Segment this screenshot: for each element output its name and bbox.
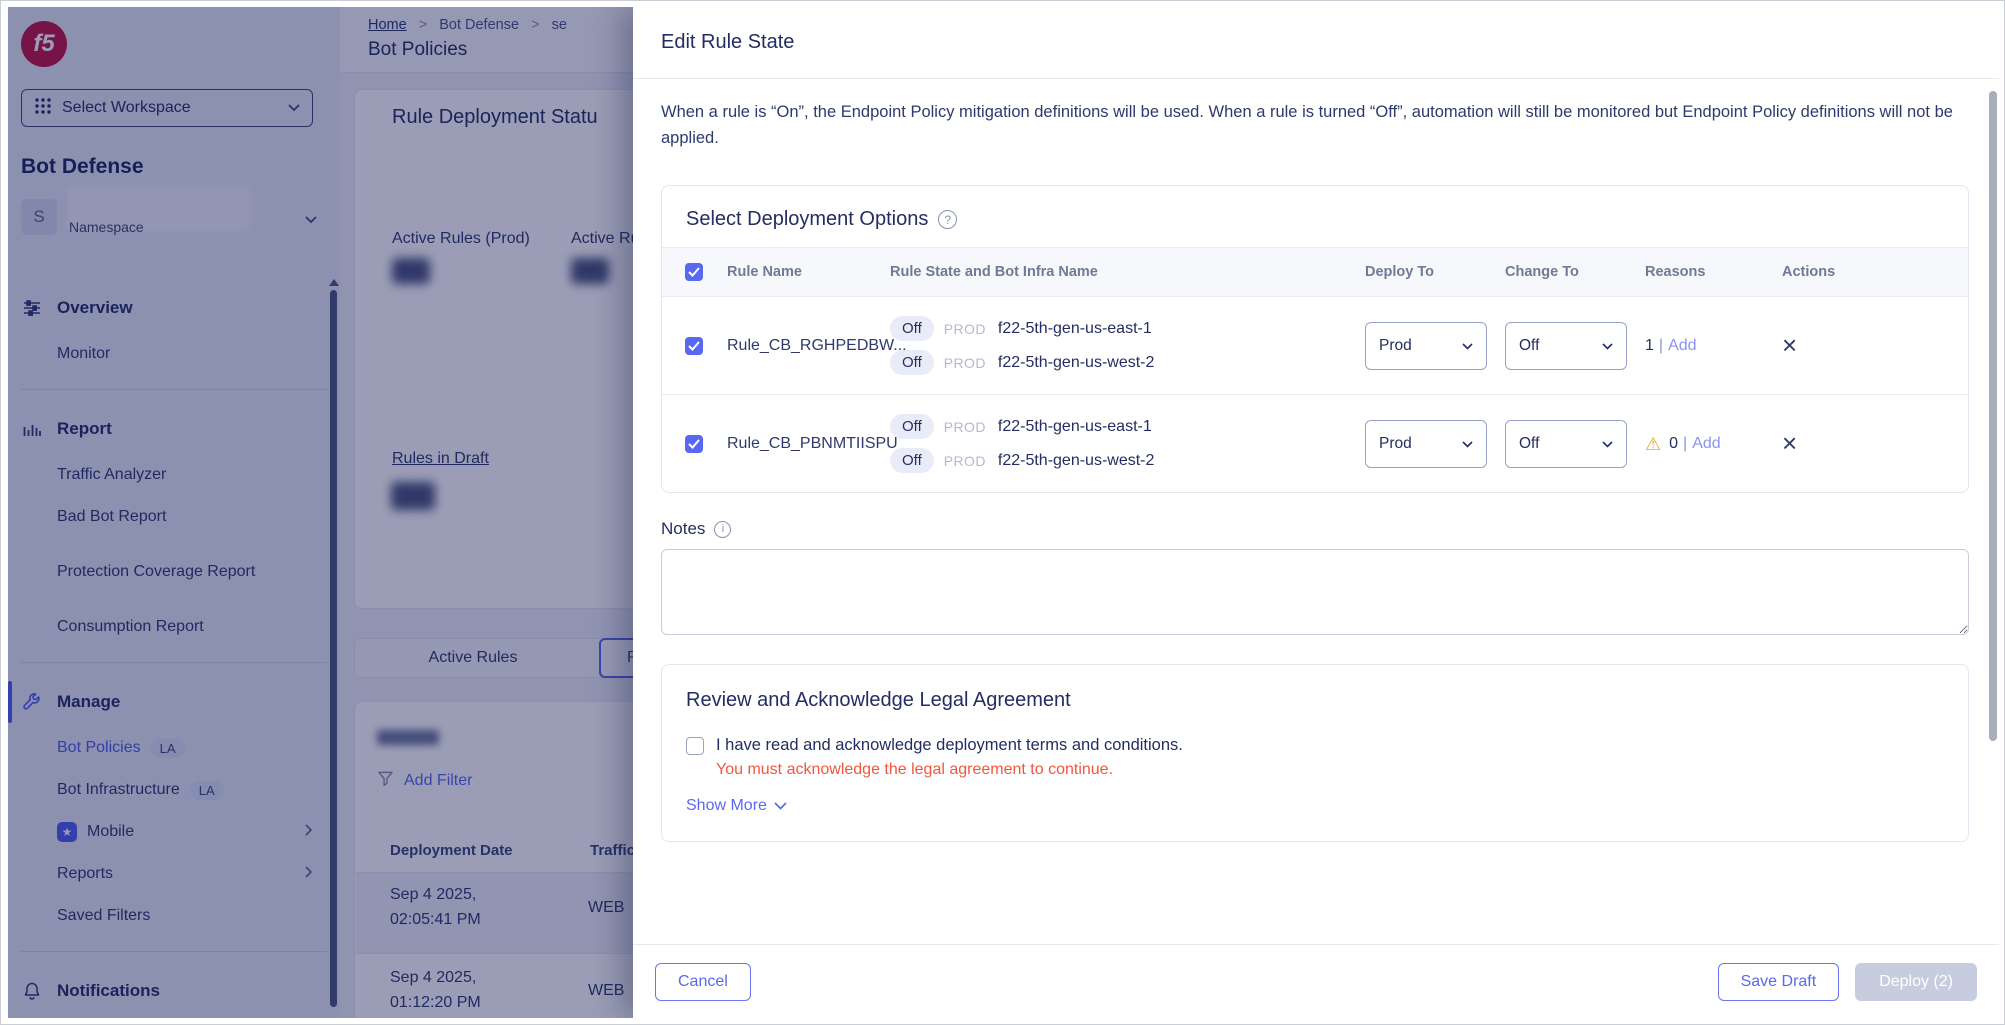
edit-rule-state-panel: Edit Rule State When a rule is “On”, the…	[633, 7, 1999, 1018]
col-header-actions: Actions	[1744, 264, 1968, 280]
section-title: Select Deployment Options	[686, 208, 928, 231]
info-icon[interactable]: i	[714, 521, 731, 538]
deploy-to-select[interactable]: Prod	[1365, 322, 1487, 370]
save-draft-button[interactable]: Save Draft	[1718, 963, 1840, 1001]
acknowledge-row: I have read and acknowledge deployment t…	[686, 736, 1944, 755]
col-header-deploy-to: Deploy To	[1365, 264, 1505, 280]
rule-state-pill: Off	[890, 350, 934, 375]
env-label: PROD	[944, 419, 986, 435]
rule-checkbox[interactable]	[685, 435, 703, 453]
chevron-down-icon	[1602, 337, 1613, 355]
remove-rule-button[interactable]: ×	[1782, 428, 1797, 458]
notes-label-row: Notes i	[661, 519, 1969, 539]
bot-infra-name: f22-5th-gen-us-west-2	[998, 452, 1155, 470]
env-label: PROD	[944, 355, 986, 371]
panel-scrollbar-thumb[interactable]	[1989, 91, 1997, 741]
legal-title: Review and Acknowledge Legal Agreement	[686, 689, 1944, 712]
acknowledge-label: I have read and acknowledge deployment t…	[716, 736, 1183, 755]
col-header-reasons: Reasons	[1645, 264, 1744, 280]
chevron-down-icon	[1462, 435, 1473, 453]
reasons-count: 1	[1645, 337, 1654, 355]
rule-checkbox[interactable]	[685, 337, 703, 355]
rule-name: Rule_CB_PBNMTIISPU	[727, 435, 890, 453]
env-label: PROD	[944, 453, 986, 469]
change-to-select[interactable]: Off	[1505, 322, 1627, 370]
deploy-button[interactable]: Deploy (2)	[1855, 963, 1977, 1001]
col-header-rule-name: Rule Name	[727, 264, 890, 280]
deploy-to-select[interactable]: Prod	[1365, 420, 1487, 468]
panel-title: Edit Rule State	[661, 31, 794, 54]
panel-footer: Cancel Save Draft Deploy (2)	[633, 944, 1999, 1018]
remove-rule-button[interactable]: ×	[1782, 330, 1797, 360]
select-all-checkbox[interactable]	[685, 263, 703, 281]
bot-infra-name: f22-5th-gen-us-east-1	[998, 320, 1152, 338]
acknowledge-checkbox[interactable]	[686, 737, 704, 755]
change-to-value: Off	[1519, 337, 1539, 355]
env-label: PROD	[944, 321, 986, 337]
notes-label: Notes	[661, 519, 705, 539]
legal-error-text: You must acknowledge the legal agreement…	[716, 761, 1944, 779]
change-to-value: Off	[1519, 435, 1539, 453]
infra-line: Off PROD f22-5th-gen-us-west-2	[890, 448, 1365, 473]
bot-infra-name: f22-5th-gen-us-east-1	[998, 418, 1152, 436]
rule-row: Rule_CB_PBNMTIISPU Off PROD f22-5th-gen-…	[662, 394, 1968, 492]
rule-state-pill: Off	[890, 414, 934, 439]
rule-state-pill: Off	[890, 448, 934, 473]
infra-line: Off PROD f22-5th-gen-us-west-2	[890, 350, 1365, 375]
reasons-divider: |	[1659, 337, 1663, 355]
deploy-to-value: Prod	[1379, 435, 1412, 453]
panel-description: When a rule is “On”, the Endpoint Policy…	[661, 99, 1966, 151]
browser-page: f5 Select Workspace Bot Defense S Namesp…	[0, 0, 2005, 1025]
reasons-cell: ⚠ 0 | Add	[1645, 435, 1744, 453]
add-reason-link[interactable]: Add	[1692, 435, 1720, 453]
col-header-change-to: Change To	[1505, 264, 1645, 280]
rule-infra-list: Off PROD f22-5th-gen-us-east-1 Off PROD …	[890, 414, 1365, 473]
app-root: f5 Select Workspace Bot Defense S Namesp…	[8, 7, 1999, 1018]
reasons-cell: 1 | Add	[1645, 337, 1744, 355]
show-more-label: Show More	[686, 797, 767, 815]
chevron-down-icon	[1462, 337, 1473, 355]
warning-icon: ⚠	[1645, 435, 1661, 453]
select-deployment-options-card: Select Deployment Options ? Rule Name Ru…	[661, 185, 1969, 493]
panel-body: When a rule is “On”, the Endpoint Policy…	[633, 79, 1999, 842]
change-to-select[interactable]: Off	[1505, 420, 1627, 468]
rule-infra-list: Off PROD f22-5th-gen-us-east-1 Off PROD …	[890, 316, 1365, 375]
chevron-down-icon	[774, 797, 787, 815]
col-header-rule-state: Rule State and Bot Infra Name	[890, 264, 1365, 280]
cancel-button[interactable]: Cancel	[655, 963, 751, 1001]
help-icon[interactable]: ?	[938, 210, 957, 229]
notes-section: Notes i	[661, 519, 1969, 640]
infra-line: Off PROD f22-5th-gen-us-east-1	[890, 414, 1365, 439]
reasons-divider: |	[1683, 435, 1687, 453]
infra-line: Off PROD f22-5th-gen-us-east-1	[890, 316, 1365, 341]
notes-textarea[interactable]	[661, 549, 1969, 635]
show-more-link[interactable]: Show More	[686, 797, 1944, 815]
rule-state-pill: Off	[890, 316, 934, 341]
rule-name: Rule_CB_RGHPEDBW...	[727, 337, 890, 355]
modal-backdrop[interactable]	[8, 7, 633, 1018]
chevron-down-icon	[1602, 435, 1613, 453]
deploy-to-value: Prod	[1379, 337, 1412, 355]
reasons-count: 0	[1669, 435, 1678, 453]
panel-header: Edit Rule State	[633, 7, 1999, 79]
rule-row: Rule_CB_RGHPEDBW... Off PROD f22-5th-gen…	[662, 297, 1968, 394]
add-reason-link[interactable]: Add	[1668, 337, 1696, 355]
bot-infra-name: f22-5th-gen-us-west-2	[998, 354, 1155, 372]
options-table-header: Rule Name Rule State and Bot Infra Name …	[662, 247, 1968, 297]
section-title-row: Select Deployment Options ?	[662, 186, 1968, 247]
legal-agreement-card: Review and Acknowledge Legal Agreement I…	[661, 664, 1969, 842]
